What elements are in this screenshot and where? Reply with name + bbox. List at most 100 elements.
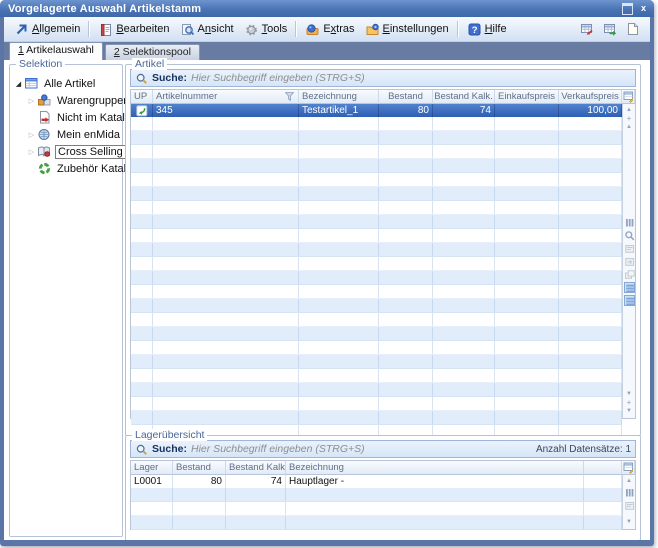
- lager-search-input[interactable]: [191, 443, 532, 455]
- column-header-bestand[interactable]: Bestand: [173, 461, 226, 475]
- grid-side-toolbar: ▲ + ▲ ▼ + ▼: [622, 104, 635, 418]
- close-window-icon[interactable]: x: [641, 4, 646, 13]
- grid-empty-row: [131, 516, 622, 530]
- grid-empty-row: [131, 327, 622, 341]
- menu-separator: [88, 21, 90, 37]
- record-count: Anzahl Datensätze: 1: [536, 444, 631, 455]
- warehouse-row[interactable]: L0001 80 74 Hauptlager -: [131, 475, 622, 488]
- grid-empty-row: [131, 397, 622, 411]
- tree-item-zubehoer-katalog[interactable]: Zubehör Katalog: [13, 160, 120, 177]
- grid-empty-row: [131, 145, 622, 159]
- artikel-grid-rows: 345 Testartikel_1 80 74 100,00: [131, 104, 622, 439]
- zoom-icon[interactable]: [624, 230, 635, 241]
- lager-grid: Lager Bestand Bestand Kalk. Bezeichnung …: [130, 460, 636, 530]
- menu-separator: [295, 21, 297, 37]
- artikel-search-bar: Suche:: [130, 69, 636, 87]
- column-chooser-icon[interactable]: [622, 90, 635, 104]
- tree-item-warengruppen[interactable]: ▷ Warengruppen: [13, 92, 120, 109]
- column-header-verkaufspreis[interactable]: Verkaufspreis: [559, 90, 622, 104]
- grid-empty-row: [131, 131, 622, 145]
- scroll-plus-icon[interactable]: +: [627, 115, 632, 123]
- new-document-icon[interactable]: [624, 21, 641, 38]
- table-list-icon: [24, 76, 39, 91]
- grid-empty-row: [131, 411, 622, 425]
- artikel-group-label: Artikel: [132, 58, 167, 70]
- cell-bezeichnung: Testartikel_1: [299, 104, 379, 117]
- lager-grid-header: Lager Bestand Bestand Kalk. Bezeichnung: [131, 461, 635, 475]
- table-import-icon[interactable]: [578, 21, 595, 38]
- selection-tree: ◢ Alle Artikel ▷ Warengruppen Nicht im K…: [10, 65, 122, 177]
- menu-item-hilfe[interactable]: Hilfe: [462, 20, 512, 39]
- column-resize-icon[interactable]: [624, 217, 635, 228]
- grid-empty-row: [131, 285, 622, 299]
- column-header-bestand[interactable]: Bestand: [379, 90, 433, 104]
- menu-item-bearbeiten[interactable]: Bearbeiten: [93, 20, 174, 39]
- scroll-down-icon[interactable]: ▼: [626, 518, 632, 527]
- menu-item-einstellungen[interactable]: Einstellungen: [360, 20, 454, 39]
- expander-collapsed-icon[interactable]: ▷: [26, 131, 37, 139]
- grid-empty-row: [131, 243, 622, 257]
- expander-collapsed-icon[interactable]: ▷: [26, 148, 37, 156]
- grid-empty-row: [131, 159, 622, 173]
- table-export-icon[interactable]: [601, 21, 618, 38]
- column-header-einkaufspreis[interactable]: Einkaufspreis: [495, 90, 559, 104]
- app-window: Vorgelagerte Auswahl Artikelstamm x Allg…: [0, 0, 654, 546]
- row-view-icon[interactable]: [624, 282, 635, 293]
- disabled-layers-icon: [624, 269, 635, 280]
- cell-artikelnummer: 345: [153, 104, 299, 117]
- artikel-search-input[interactable]: [191, 72, 631, 84]
- menu-item-tools[interactable]: Tools: [239, 20, 293, 39]
- scroll-plus-icon[interactable]: +: [627, 399, 632, 407]
- menu-separator: [457, 21, 459, 37]
- grid-empty-row: [131, 355, 622, 369]
- globe-icon: [37, 127, 52, 142]
- title-bar[interactable]: Vorgelagerte Auswahl Artikelstamm x: [0, 0, 654, 17]
- column-header-bestand-kalk[interactable]: Bestand Kalk.: [433, 90, 495, 104]
- edit-notebook-icon: [98, 22, 113, 37]
- selektion-group-label: Selektion: [16, 58, 65, 70]
- expander-collapsed-icon[interactable]: ▷: [26, 97, 37, 105]
- grid-empty-row: [131, 313, 622, 327]
- column-chooser-icon[interactable]: [622, 461, 635, 475]
- cell-empty: [584, 475, 622, 488]
- selected-article-row[interactable]: 345 Testartikel_1 80 74 100,00: [131, 104, 622, 117]
- lager-grid-rows: L0001 80 74 Hauptlager -: [131, 475, 622, 530]
- tree-item-mein-enmida[interactable]: ▷ Mein enMida: [13, 126, 120, 143]
- column-header-bezeichnung[interactable]: Bezeichnung: [286, 461, 584, 475]
- grid-empty-row: [131, 502, 622, 516]
- open-book-icon: [37, 144, 52, 159]
- column-header-bestand-kalk[interactable]: Bestand Kalk.: [226, 461, 286, 475]
- grid-empty-row: [131, 369, 622, 383]
- cell-bestand: 80: [379, 104, 433, 117]
- tree-item-alle-artikel[interactable]: ◢ Alle Artikel: [13, 75, 120, 92]
- menu-item-extras[interactable]: Extras: [300, 20, 359, 39]
- expander-expanded-icon[interactable]: ◢: [13, 80, 24, 88]
- row-view-alt-icon[interactable]: [624, 295, 635, 306]
- search-icon: [135, 443, 148, 456]
- cell-bestand-kalk: 74: [226, 475, 286, 488]
- window-title: Vorgelagerte Auswahl Artikelstamm: [8, 3, 201, 15]
- column-header-bezeichnung[interactable]: Bezeichnung: [299, 90, 379, 104]
- packages-icon: [37, 93, 52, 108]
- tree-item-cross-selling-katalog[interactable]: ▷ Cross Selling Katalog: [13, 143, 120, 160]
- menu-bar: Allgemein Bearbeiten Ansicht Tools Extra…: [4, 17, 650, 42]
- column-resize-icon[interactable]: [624, 487, 635, 498]
- scroll-up-icon[interactable]: ▲: [626, 123, 632, 132]
- cell-lager: L0001: [131, 475, 173, 488]
- grid-empty-row: [131, 215, 622, 229]
- scroll-bottom-icon[interactable]: ▼: [626, 407, 632, 416]
- column-header-up[interactable]: UP: [131, 90, 153, 104]
- cell-verkaufspreis: 100,00: [559, 104, 622, 117]
- grid-empty-row: [131, 488, 622, 502]
- menu-item-allgemein[interactable]: Allgemein: [9, 20, 85, 39]
- lager-group-label: Lagerübersicht: [132, 429, 207, 441]
- menu-item-ansicht[interactable]: Ansicht: [175, 20, 239, 39]
- filter-funnel-icon[interactable]: [284, 91, 295, 102]
- column-header-empty: [584, 461, 622, 475]
- column-header-artikelnummer[interactable]: Artikelnummer: [153, 90, 299, 104]
- tree-item-nicht-im-katalog[interactable]: Nicht im Katalog: [13, 109, 120, 126]
- column-header-lager[interactable]: Lager: [131, 461, 173, 475]
- restore-window-icon[interactable]: [622, 3, 633, 15]
- scroll-up-icon[interactable]: ▲: [626, 477, 632, 486]
- search-icon: [135, 72, 148, 85]
